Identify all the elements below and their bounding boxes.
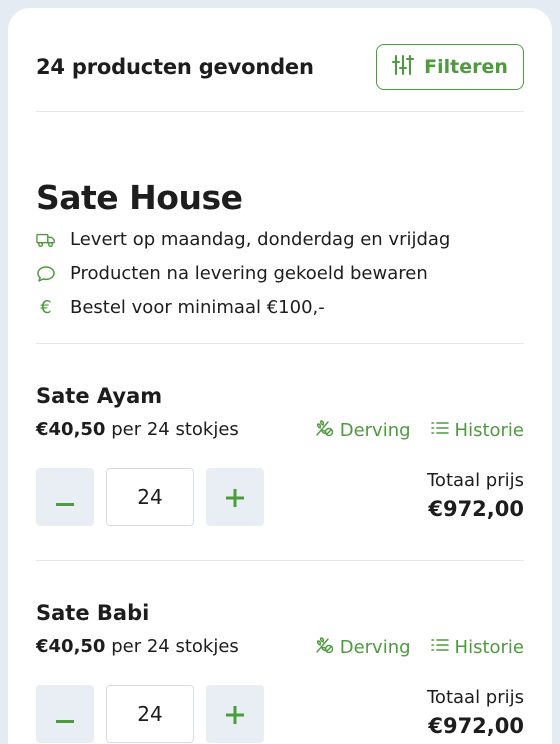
list-icon	[430, 420, 449, 441]
plus-icon	[226, 697, 244, 732]
shop-name: Sate House	[36, 178, 243, 217]
product-unit: per 24 stokjes	[111, 419, 239, 440]
truck-icon	[36, 230, 56, 250]
wheat-crossed-icon	[314, 419, 334, 442]
delivery-days-info: Levert op maandag, donderdag en vrijdag	[36, 229, 450, 250]
product-links: Derving Historie	[314, 636, 524, 659]
storage-text: Producten na levering gekoeld bewaren	[70, 263, 428, 284]
product-price: €40,50	[36, 636, 106, 657]
derving-label: Derving	[339, 637, 411, 658]
delivery-days-text: Levert op maandag, donderdag en vrijdag	[70, 229, 451, 250]
product-price: €40,50	[36, 419, 106, 440]
shop-section: Sate House Levert op maandag, donderdag …	[36, 112, 524, 344]
total-price-label: Totaal prijs	[427, 470, 524, 491]
product-list-card: 24 producten gevonden Filteren Sate Hous…	[8, 8, 552, 744]
derving-link[interactable]: Derving	[314, 636, 411, 659]
total-price-value: €972,00	[428, 714, 524, 738]
minus-icon	[56, 697, 74, 732]
list-icon	[430, 637, 449, 658]
filter-button[interactable]: Filteren	[376, 44, 524, 90]
decrease-button[interactable]	[36, 468, 94, 526]
derving-link[interactable]: Derving	[314, 419, 411, 442]
filter-sliders-icon	[392, 54, 415, 81]
historie-link[interactable]: Historie	[430, 636, 524, 659]
total-price-label: Totaal prijs	[427, 687, 524, 708]
historie-label: Historie	[454, 420, 524, 441]
total-price: Totaal prijs €972,00	[427, 470, 524, 521]
quantity-input[interactable]	[106, 468, 194, 526]
decrease-button[interactable]	[36, 685, 94, 743]
minimum-order-info: € Bestel voor minimaal €100,-	[36, 297, 325, 318]
filter-button-label: Filteren	[424, 56, 508, 78]
storage-info: Producten na levering gekoeld bewaren	[36, 263, 428, 284]
product-links: Derving Historie	[314, 419, 524, 442]
product-item: Sate Babi €40,50 per 24 stokjes Derving	[36, 561, 524, 744]
euro-icon: €	[40, 297, 52, 318]
total-price-value: €972,00	[428, 497, 524, 521]
product-unit: per 24 stokjes	[111, 636, 239, 657]
increase-button[interactable]	[206, 685, 264, 743]
minimum-order-text: Bestel voor minimaal €100,-	[70, 297, 325, 318]
historie-link[interactable]: Historie	[430, 419, 524, 442]
product-item: Sate Ayam €40,50 per 24 stokjes Derving	[36, 344, 524, 561]
results-count: 24 producten gevonden	[36, 55, 314, 79]
minus-icon	[56, 480, 74, 515]
increase-button[interactable]	[206, 468, 264, 526]
quantity-input[interactable]	[106, 685, 194, 743]
product-price-line: €40,50 per 24 stokjes	[36, 419, 239, 440]
plus-icon	[226, 480, 244, 515]
quantity-stepper	[36, 468, 264, 526]
product-name: Sate Ayam	[36, 384, 163, 408]
results-header: 24 producten gevonden Filteren	[36, 8, 524, 112]
product-price-line: €40,50 per 24 stokjes	[36, 636, 239, 657]
product-name: Sate Babi	[36, 601, 150, 625]
chat-bubble-icon	[36, 264, 56, 284]
historie-label: Historie	[454, 637, 524, 658]
total-price: Totaal prijs €972,00	[427, 687, 524, 738]
derving-label: Derving	[339, 420, 411, 441]
wheat-crossed-icon	[314, 636, 334, 659]
quantity-stepper	[36, 685, 264, 743]
